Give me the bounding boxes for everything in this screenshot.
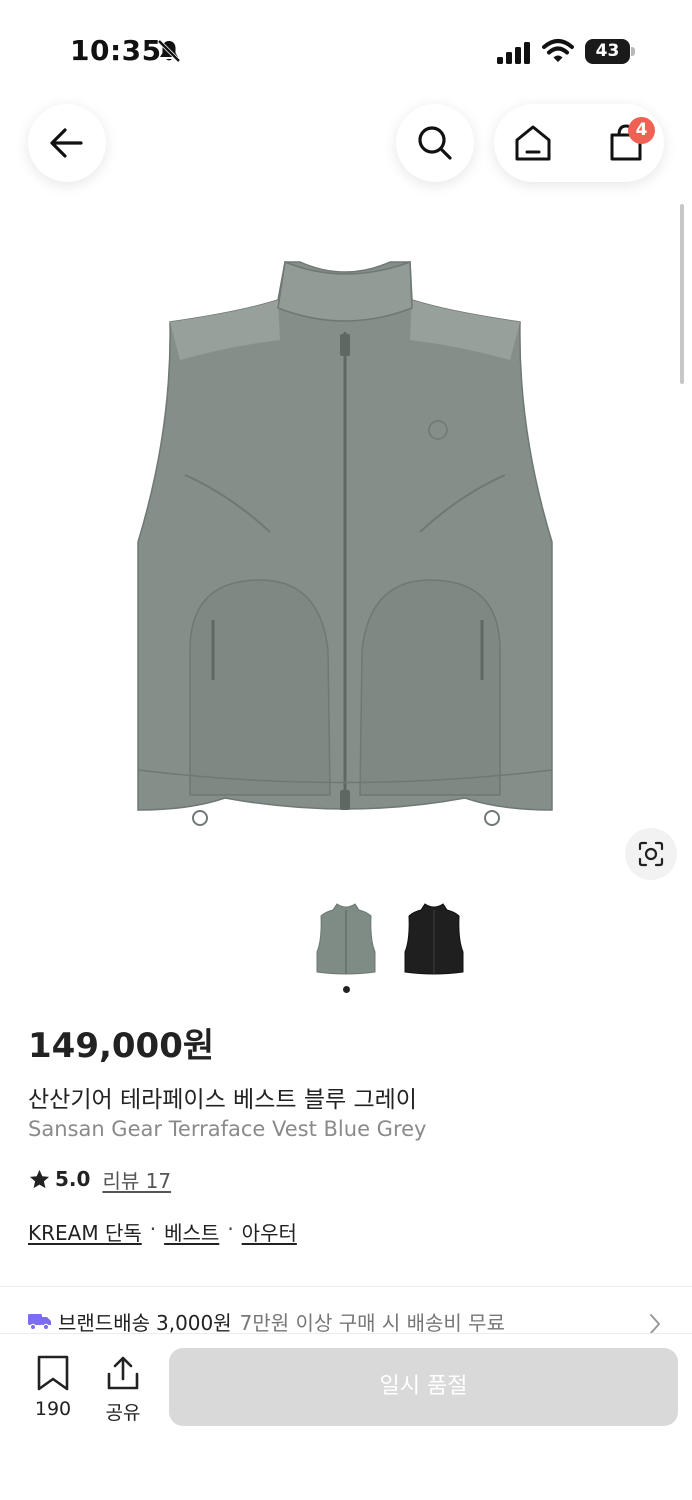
tag-vest[interactable]: 베스트 xyxy=(164,1217,219,1246)
cellular-signal-icon xyxy=(497,42,530,64)
tag-kream-exclusive[interactable]: KREAM 단독 xyxy=(28,1217,142,1246)
arrow-left-icon xyxy=(50,128,83,158)
battery-level: 43 xyxy=(595,41,620,61)
bookmark-icon xyxy=(37,1355,69,1391)
review-link[interactable]: 리뷰 17 xyxy=(102,1165,171,1194)
share-button[interactable]: 공유 xyxy=(98,1355,148,1425)
lens-scan-icon xyxy=(638,841,664,867)
share-icon xyxy=(107,1356,139,1390)
rating-value: 5.0 xyxy=(55,1167,91,1191)
truck-icon xyxy=(28,1314,51,1331)
share-label: 공유 xyxy=(105,1402,141,1424)
rating-row: 5.0 리뷰 17 xyxy=(28,1164,171,1194)
vest-grey-thumbnail[interactable] xyxy=(315,900,377,976)
delivery-note: 7만원 이상 구매 시 배송비 무료 xyxy=(239,1311,505,1335)
carousel-indicator-dot xyxy=(343,986,350,993)
vest-black-thumbnail[interactable] xyxy=(403,900,465,976)
bell-slash-icon xyxy=(157,39,181,63)
home-icon[interactable] xyxy=(513,123,553,163)
section-divider xyxy=(0,1286,692,1287)
category-tags: KREAM 단독 · 베스트 · 아우터 xyxy=(28,1217,297,1246)
search-icon xyxy=(418,126,452,160)
product-name-korean: 산산기어 테라페이스 베스트 블루 그레이 xyxy=(28,1087,417,1113)
product-image[interactable] xyxy=(120,250,570,830)
product-price: 149,000원 xyxy=(28,1026,215,1066)
product-name-english: Sansan Gear Terraface Vest Blue Grey xyxy=(28,1117,427,1141)
status-bar: 10:35 43 xyxy=(0,0,692,100)
wifi-icon xyxy=(542,39,574,62)
star-icon xyxy=(29,1169,50,1188)
scrollbar[interactable] xyxy=(680,204,684,384)
battery-icon: 43 xyxy=(585,39,635,64)
search-button[interactable] xyxy=(396,104,474,182)
tag-separator: · xyxy=(149,1217,157,1241)
delivery-fee: 3,000원 xyxy=(156,1311,232,1335)
bookmark-button[interactable]: 190 xyxy=(30,1355,76,1425)
soldout-button[interactable]: 일시 품절 xyxy=(169,1348,678,1426)
status-time: 10:35 xyxy=(70,34,162,67)
cart-count-badge: 4 xyxy=(628,117,655,144)
image-search-button[interactable] xyxy=(625,828,677,880)
tag-separator: · xyxy=(227,1217,234,1241)
back-button[interactable] xyxy=(28,104,106,182)
delivery-label: 브랜드배송 xyxy=(58,1311,150,1335)
bookmark-count: 190 xyxy=(34,1398,72,1420)
tag-outer[interactable]: 아우터 xyxy=(242,1217,297,1246)
